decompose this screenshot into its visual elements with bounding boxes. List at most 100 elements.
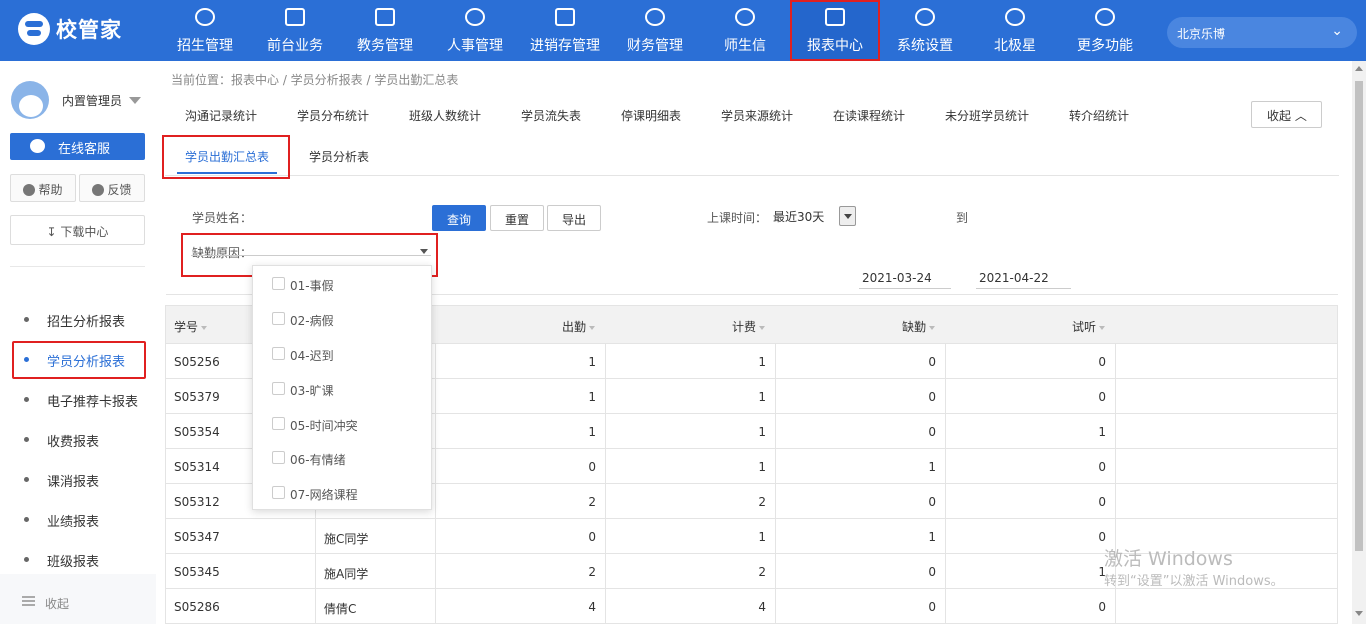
cell-abs: 0	[928, 425, 936, 439]
absence-reason-dropdown: 01-事假 02-病假 04-迟到 03-旷课 05-时间冲突 06-有情绪 0…	[252, 265, 432, 510]
absence-option[interactable]: 04-迟到	[253, 341, 431, 371]
nav-item-inventory[interactable]: 进销存管理	[520, 0, 610, 61]
checkbox[interactable]	[272, 486, 285, 499]
absence-option[interactable]: 05-时间冲突	[253, 411, 431, 441]
tab-student-churn[interactable]: 学员流失表	[521, 107, 581, 124]
avatar[interactable]	[11, 81, 49, 119]
download-center-button[interactable]: ↧ 下载中心	[10, 215, 145, 245]
select-arrow-icon[interactable]	[839, 206, 856, 226]
cell-att: 4	[588, 600, 596, 614]
tab-unassigned-students[interactable]: 未分班学员统计	[945, 107, 1029, 124]
user-plus-icon	[195, 8, 215, 26]
checkbox[interactable]	[272, 451, 285, 464]
checkbox[interactable]	[272, 347, 285, 360]
help-button[interactable]: 帮助	[10, 174, 76, 202]
checkbox[interactable]	[272, 417, 285, 430]
sidebar-item-performance-report[interactable]: 业绩报表	[0, 505, 156, 535]
sidebar-item-student-report[interactable]: 学员分析报表	[0, 341, 156, 379]
nav-item-academic[interactable]: 教务管理	[340, 0, 430, 61]
tab-referral-stats[interactable]: 转介绍统计	[1069, 107, 1129, 124]
gear-icon	[915, 8, 935, 26]
campus-selector[interactable]: 北京乐博 ⌄	[1167, 17, 1357, 48]
cell-id: S05312	[174, 495, 220, 509]
nav-item-polaris[interactable]: 北极星	[970, 0, 1060, 61]
cell-bill: 1	[758, 390, 766, 404]
date-from-input[interactable]: 2021-03-24	[859, 267, 951, 289]
app-logo[interactable]: 校管家	[18, 13, 122, 45]
nav-item-reports[interactable]: 报表中心	[790, 0, 880, 61]
query-button[interactable]: 查询	[432, 205, 486, 231]
cell-id: S05347	[174, 530, 220, 544]
col-attendance[interactable]: 出勤	[562, 318, 596, 335]
time-range-select[interactable]: 最近30天	[773, 205, 843, 228]
cell-att: 1	[588, 355, 596, 369]
cell-att: 0	[588, 530, 596, 544]
sort-icon	[201, 325, 208, 330]
col-absence[interactable]: 缺勤	[902, 318, 936, 335]
nav-item-hr[interactable]: 人事管理	[430, 0, 520, 61]
absence-option[interactable]: 03-旷课	[253, 376, 431, 406]
tab-student-source[interactable]: 学员来源统计	[721, 107, 793, 124]
nav-item-messages[interactable]: 师生信	[700, 0, 790, 61]
checkbox[interactable]	[272, 277, 285, 290]
nav-item-more[interactable]: 更多功能	[1060, 0, 1150, 61]
sidebar-collapse-button[interactable]: 收起	[0, 574, 156, 624]
table-row[interactable]: S05286 倩倩C 4 4 0 0	[166, 589, 1337, 623]
cell-bill: 1	[758, 425, 766, 439]
question-icon	[23, 184, 36, 196]
absence-reason-select[interactable]	[191, 255, 431, 256]
scroll-down-icon[interactable]	[1355, 611, 1363, 616]
tab-suspension-detail[interactable]: 停课明细表	[621, 107, 681, 124]
col-student-id[interactable]: 学号	[174, 318, 208, 335]
feedback-button[interactable]: 反馈	[79, 174, 145, 202]
cell-bill: 1	[758, 355, 766, 369]
yen-shield-icon	[645, 8, 665, 26]
collapse-tabs-button[interactable]: 收起 ︿	[1251, 101, 1322, 128]
col-billed[interactable]: 计费	[732, 318, 766, 335]
sort-icon	[759, 325, 766, 330]
user-name: 内置管理员	[62, 94, 123, 108]
cell-id: S05345	[174, 565, 220, 579]
sort-icon	[1099, 325, 1106, 330]
nav-item-finance[interactable]: 财务管理	[610, 0, 700, 61]
absence-option[interactable]: 02-病假	[253, 306, 431, 336]
checkbox[interactable]	[272, 382, 285, 395]
cell-trial: 0	[1098, 530, 1106, 544]
cell-name: 倩倩C	[324, 602, 357, 616]
tab-enrolled-courses[interactable]: 在读课程统计	[833, 107, 905, 124]
sidebar-item-fee-report[interactable]: 收费报表	[0, 425, 156, 455]
absence-option[interactable]: 01-事假	[253, 271, 431, 301]
reset-button[interactable]: 重置	[490, 205, 544, 231]
scroll-thumb[interactable]	[1355, 81, 1363, 551]
col-trial[interactable]: 试听	[1072, 318, 1106, 335]
absence-option[interactable]: 06-有情绪	[253, 445, 431, 475]
nav-item-front-desk[interactable]: 前台业务	[250, 0, 340, 61]
tab-attendance-summary[interactable]: 学员出勤汇总表	[185, 148, 269, 165]
scroll-up-icon[interactable]	[1355, 66, 1363, 71]
online-service-button[interactable]: 在线客服	[10, 133, 145, 160]
report-tabs: 沟通记录统计 学员分布统计 班级人数统计 学员流失表 停课明细表 学员来源统计 …	[156, 95, 1356, 133]
sidebar-item-consumption-report[interactable]: 课消报表	[0, 465, 156, 495]
nav-item-settings[interactable]: 系统设置	[880, 0, 970, 61]
export-button[interactable]: 导出	[547, 205, 601, 231]
sidebar-item-recruit-report[interactable]: 招生分析报表	[0, 305, 156, 335]
absence-option[interactable]: 07-网络课程	[253, 480, 431, 509]
top-bar: 校管家 招生管理 前台业务 教务管理 人事管理 进销存管理 财务管理 师生信 报…	[0, 0, 1366, 61]
caret-down-icon[interactable]	[129, 97, 141, 104]
tab-student-distribution[interactable]: 学员分布统计	[297, 107, 369, 124]
person-icon	[465, 8, 485, 26]
tab-class-size[interactable]: 班级人数统计	[409, 107, 481, 124]
page-scrollbar[interactable]	[1352, 61, 1366, 624]
cell-att: 0	[588, 460, 596, 474]
nav-item-recruit[interactable]: 招生管理	[160, 0, 250, 61]
tab-communication-stats[interactable]: 沟通记录统计	[185, 107, 257, 124]
logo-text: 校管家	[56, 18, 122, 42]
sidebar-item-referral-card-report[interactable]: 电子推荐卡报表	[0, 385, 156, 415]
bar-chart-icon	[825, 8, 845, 26]
date-to-input[interactable]: 2021-04-22	[976, 267, 1071, 289]
sidebar-item-class-report[interactable]: 班级报表	[0, 545, 156, 575]
date-to-label: 到	[956, 211, 969, 225]
tab-student-analysis[interactable]: 学员分析表	[309, 148, 369, 165]
checkbox[interactable]	[272, 312, 285, 325]
student-name-label: 学员姓名：	[192, 211, 253, 225]
